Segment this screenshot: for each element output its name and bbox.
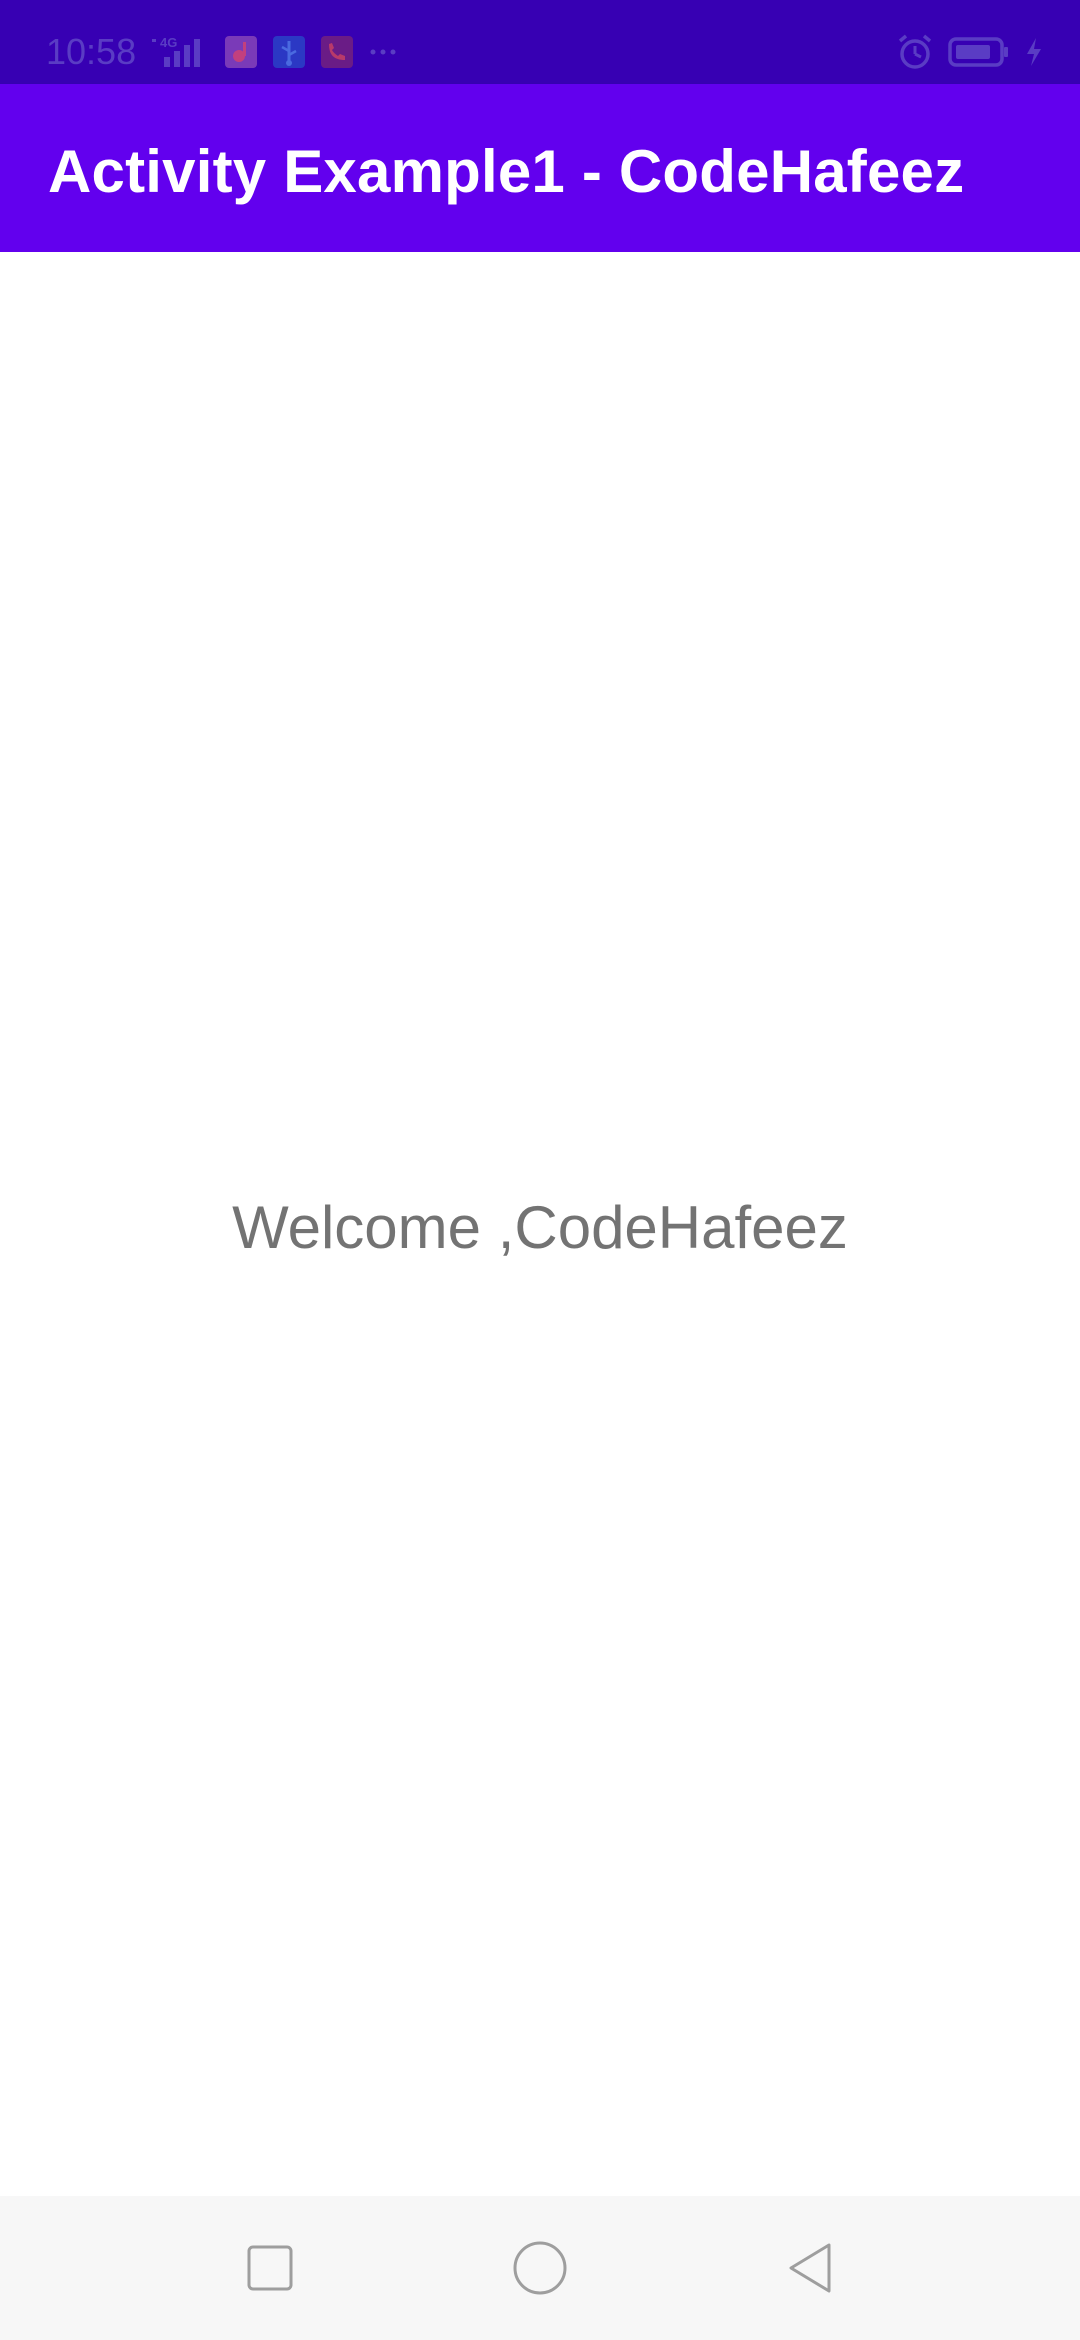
- status-right-icons: [896, 32, 1044, 72]
- app-title: Activity Example1 - CodeHafeez: [48, 138, 965, 205]
- recent-apps-button[interactable]: [234, 2232, 306, 2304]
- alarm-icon: [896, 33, 934, 71]
- app-notification-icon: [224, 35, 258, 69]
- charging-icon: [1024, 35, 1044, 69]
- screen: 10:58 4G Activity Example1 - CodeHafeez …: [0, 0, 1080, 2340]
- app-bar: Activity Example1 - CodeHafeez: [0, 84, 1080, 252]
- back-button[interactable]: [774, 2232, 846, 2304]
- status-bar: 10:58 4G: [0, 0, 1080, 84]
- home-button[interactable]: [504, 2232, 576, 2304]
- navigation-bar: [0, 2196, 1080, 2340]
- signal-icon: 4G: [150, 35, 210, 69]
- status-time: 10:58: [46, 31, 137, 72]
- call-notification-icon: [320, 35, 354, 69]
- main-content: Welcome ,CodeHafeez: [0, 252, 1080, 2196]
- network-type-label: 4G: [160, 35, 177, 50]
- more-notifications-icon: [368, 35, 398, 69]
- status-left-icons: 4G: [150, 32, 398, 72]
- triangle-back-icon: [789, 2243, 831, 2293]
- usb-icon: [272, 35, 306, 69]
- circle-icon: [513, 2241, 567, 2295]
- square-icon: [247, 2245, 293, 2291]
- battery-icon: [948, 35, 1010, 69]
- welcome-text: Welcome ,CodeHafeez: [232, 1194, 848, 1261]
